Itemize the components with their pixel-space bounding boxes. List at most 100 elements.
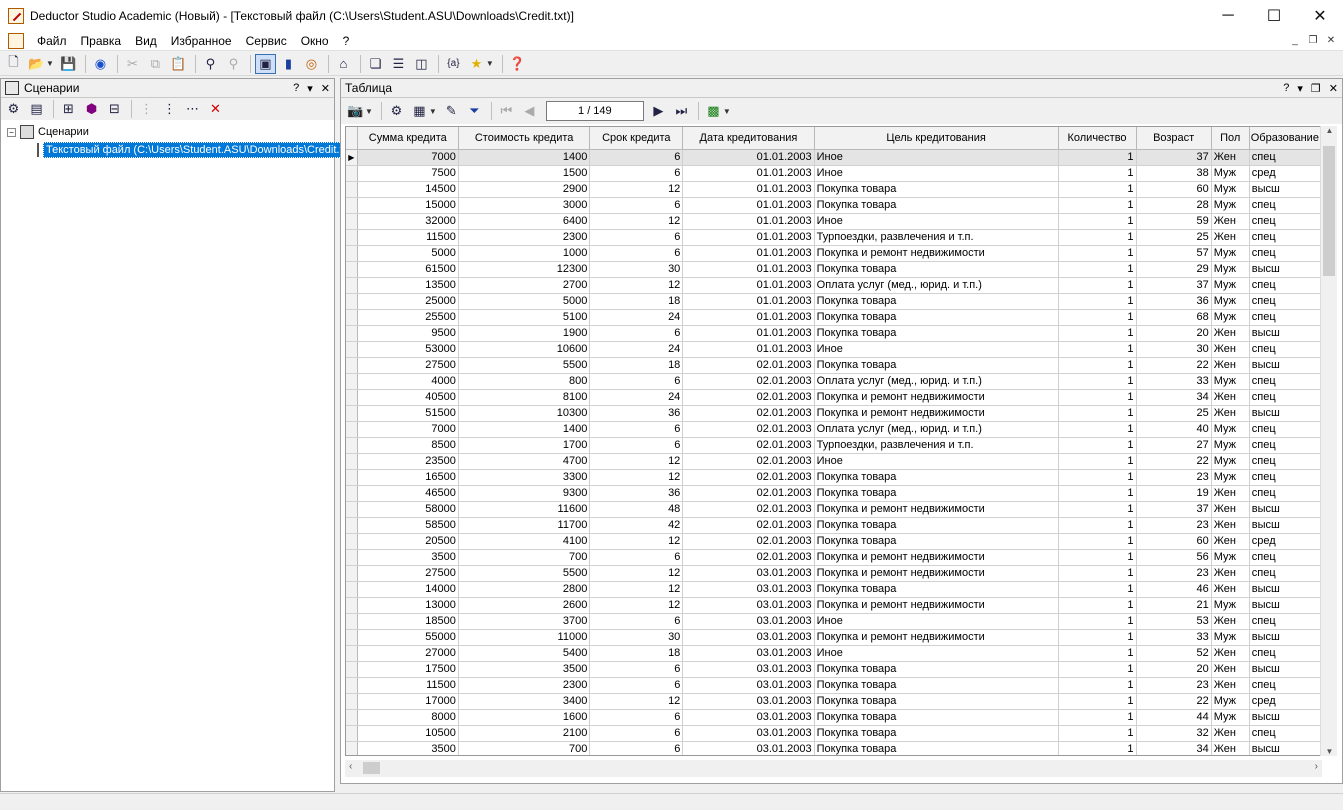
table-cell[interactable]: Покупка товара [814, 469, 1059, 486]
table-cell[interactable]: 6 [589, 661, 684, 678]
copy-icon[interactable]: ⧉ [145, 54, 166, 74]
table-cell[interactable]: 03.01.2003 [682, 677, 815, 694]
table-row[interactable]: 7500 1500 6 01.01.2003 Иное 1 38 Муж сред [346, 165, 1321, 182]
table-cell[interactable]: Покупка товара [814, 197, 1059, 214]
table-cell[interactable]: высш [1249, 741, 1321, 755]
table-cell[interactable]: 2700 [458, 277, 591, 294]
table-cell[interactable]: Покупка товара [814, 693, 1059, 710]
table-cell[interactable]: Жен [1211, 581, 1250, 598]
table-cell[interactable]: 5100 [458, 309, 591, 326]
table-cell[interactable]: 37 [1136, 277, 1212, 294]
table-cell[interactable]: 46500 [357, 485, 459, 502]
table-row[interactable]: 11500 2300 6 01.01.2003 Турпоездки, развлече… [346, 229, 1321, 246]
menu-favorites[interactable]: Избранное [164, 34, 239, 48]
table-cell[interactable]: 57 [1136, 245, 1212, 262]
row-indicator[interactable] [346, 229, 358, 246]
table-cell[interactable]: 02.01.2003 [682, 501, 815, 518]
row-indicator[interactable] [346, 677, 358, 694]
table-cell[interactable]: Муж [1211, 709, 1250, 726]
table-cell[interactable]: спец [1249, 565, 1321, 582]
table-cell[interactable]: 02.01.2003 [682, 453, 815, 470]
scroll-down-icon[interactable]: ▼ [1321, 747, 1338, 756]
table-cell[interactable]: 29 [1136, 261, 1212, 278]
table-cell[interactable]: 2300 [458, 677, 591, 694]
row-indicator[interactable] [346, 357, 358, 374]
table-cell[interactable]: 6 [589, 245, 684, 262]
table-cell[interactable]: Жен [1211, 501, 1250, 518]
import-wizard-icon[interactable]: ⚙ [3, 99, 24, 119]
column-header[interactable]: Цель кредитования [814, 127, 1059, 150]
table-cell[interactable]: 15000 [357, 197, 459, 214]
row-indicator[interactable] [346, 485, 358, 502]
table-row[interactable]: 13000 2600 12 03.01.2003 Покупка и ремонт не… [346, 597, 1321, 614]
table-cell[interactable]: 1 [1058, 597, 1137, 614]
new-file-icon[interactable]: 🗋 [3, 54, 24, 74]
table-row[interactable]: 13500 2700 12 01.01.2003 Оплата услуг (мед.,… [346, 277, 1321, 294]
favorites-dropdown-icon[interactable]: ▼ [486, 59, 494, 68]
row-indicator[interactable] [346, 421, 358, 438]
table-cell[interactable]: Жен [1211, 229, 1250, 246]
table-cell[interactable]: 12300 [458, 261, 591, 278]
camera-dropdown-icon[interactable]: ▼ [365, 107, 373, 116]
table-cell[interactable]: 23 [1136, 469, 1212, 486]
vertical-scroll-thumb[interactable] [1323, 146, 1335, 276]
table-cell[interactable]: Муж [1211, 453, 1250, 470]
table-cell[interactable]: Муж [1211, 309, 1250, 326]
table-dropdown-button[interactable]: ▾ [1297, 82, 1303, 95]
table-cell[interactable]: 25000 [357, 293, 459, 310]
table-cell[interactable]: Турпоездки, развлечения и т.п. [814, 437, 1059, 454]
table-cell[interactable]: Иное [814, 149, 1059, 166]
table-row[interactable]: ▶ 7000 1400 6 01.01.2003 Иное 1 37 Жен спец [346, 149, 1321, 166]
table-cell[interactable]: 32 [1136, 725, 1212, 742]
table-row[interactable]: 11500 2300 6 03.01.2003 Покупка товара 1 23 Жен… [346, 677, 1321, 694]
table-cell[interactable]: Покупка и ремонт недвижимости [814, 389, 1059, 406]
table-cell[interactable]: 5400 [458, 645, 591, 662]
tree-structure-icon[interactable]: ⋯ [182, 99, 203, 119]
handler-wizard-icon[interactable]: ⊞ [58, 99, 79, 119]
table-cell[interactable]: высш [1249, 661, 1321, 678]
table-cell[interactable]: 01.01.2003 [682, 181, 815, 198]
row-indicator[interactable] [346, 405, 358, 422]
table-cell[interactable]: 17500 [357, 661, 459, 678]
table-cell[interactable]: спец [1249, 613, 1321, 630]
table-cell[interactable]: 01.01.2003 [682, 149, 815, 166]
close-window-button[interactable]: ✕ [1297, 0, 1343, 31]
column-header[interactable]: Количество [1058, 127, 1137, 150]
table-cell[interactable]: 55000 [357, 629, 459, 646]
table-cell[interactable]: высш [1249, 517, 1321, 534]
cube-icon[interactable]: ⬢ [81, 99, 102, 119]
table-cell[interactable]: спец [1249, 341, 1321, 358]
table-cell[interactable]: спец [1249, 213, 1321, 230]
table-cell[interactable]: 53000 [357, 341, 459, 358]
table-cell[interactable]: Покупка товара [814, 325, 1059, 342]
favorites-star-icon[interactable]: ★ [466, 54, 487, 74]
table-cell[interactable]: высш [1249, 581, 1321, 598]
table-cell[interactable]: Муж [1211, 437, 1250, 454]
table-cell[interactable]: 6 [589, 437, 684, 454]
table-cell[interactable]: 02.01.2003 [682, 549, 815, 566]
row-indicator[interactable] [346, 261, 358, 278]
panel-help-button[interactable]: ? [293, 82, 299, 95]
table-cell[interactable]: 19 [1136, 485, 1212, 502]
table-cell[interactable]: Жен [1211, 741, 1250, 755]
table-cell[interactable]: 03.01.2003 [682, 597, 815, 614]
table-cell[interactable]: Муж [1211, 181, 1250, 198]
table-cell[interactable]: спец [1249, 245, 1321, 262]
page-indicator[interactable]: 1 / 149 [545, 101, 644, 121]
table-cell[interactable]: Муж [1211, 597, 1250, 614]
table-cell[interactable]: 12 [589, 277, 684, 294]
table-cell[interactable]: 1 [1058, 581, 1137, 598]
row-indicator[interactable] [346, 389, 358, 406]
table-row[interactable]: 14500 2900 12 01.01.2003 Покупка товара 1 60 Му… [346, 181, 1321, 198]
table-cell[interactable]: 27 [1136, 437, 1212, 454]
table-cell[interactable]: 1600 [458, 709, 591, 726]
table-cell[interactable]: 12 [589, 533, 684, 550]
save-icon[interactable]: 💾 [58, 54, 79, 74]
table-row[interactable]: 27500 5500 18 02.01.2003 Покупка товара 1 22 Же… [346, 357, 1321, 374]
row-indicator[interactable] [346, 645, 358, 662]
table-cell[interactable]: 40500 [357, 389, 459, 406]
table-cell[interactable]: 02.01.2003 [682, 421, 815, 438]
table-cell[interactable]: Муж [1211, 197, 1250, 214]
table-cell[interactable]: 1 [1058, 213, 1137, 230]
table-cell[interactable]: Муж [1211, 549, 1250, 566]
